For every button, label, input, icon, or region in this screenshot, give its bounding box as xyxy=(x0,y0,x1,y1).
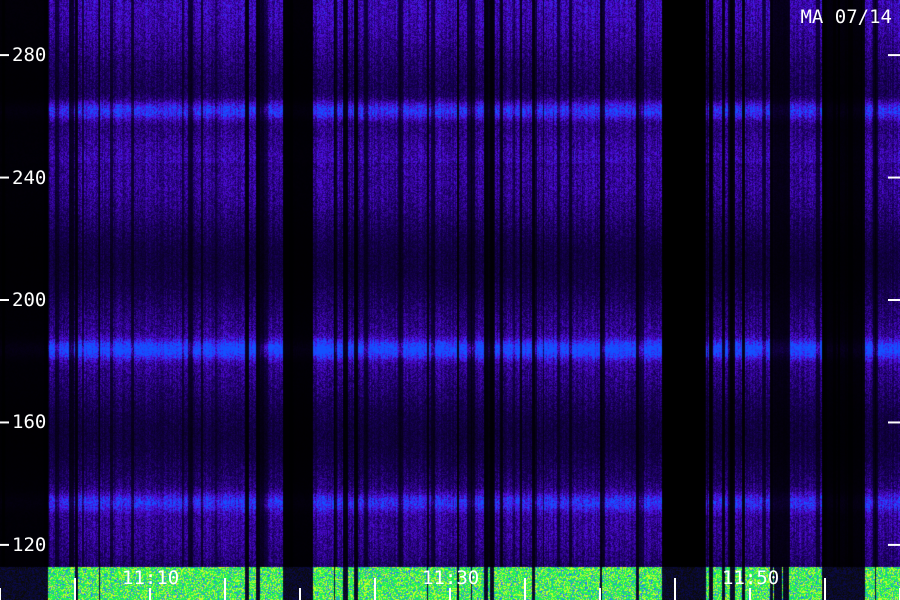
date-stamp: MA 07/14 xyxy=(800,6,892,28)
y-tick-label: 160 xyxy=(12,411,47,434)
y-tick-label: 120 xyxy=(12,533,47,556)
x-tick-label: 11:30 xyxy=(422,567,480,589)
y-tick-label: 200 xyxy=(12,289,47,311)
x-tick-label: 11:10 xyxy=(122,567,180,589)
y-tick-label: 280 xyxy=(12,44,47,67)
x-tick-label: 11:50 xyxy=(722,567,780,589)
axis-ticks-overlay xyxy=(0,54,900,600)
y-tick-label: 240 xyxy=(12,166,47,189)
